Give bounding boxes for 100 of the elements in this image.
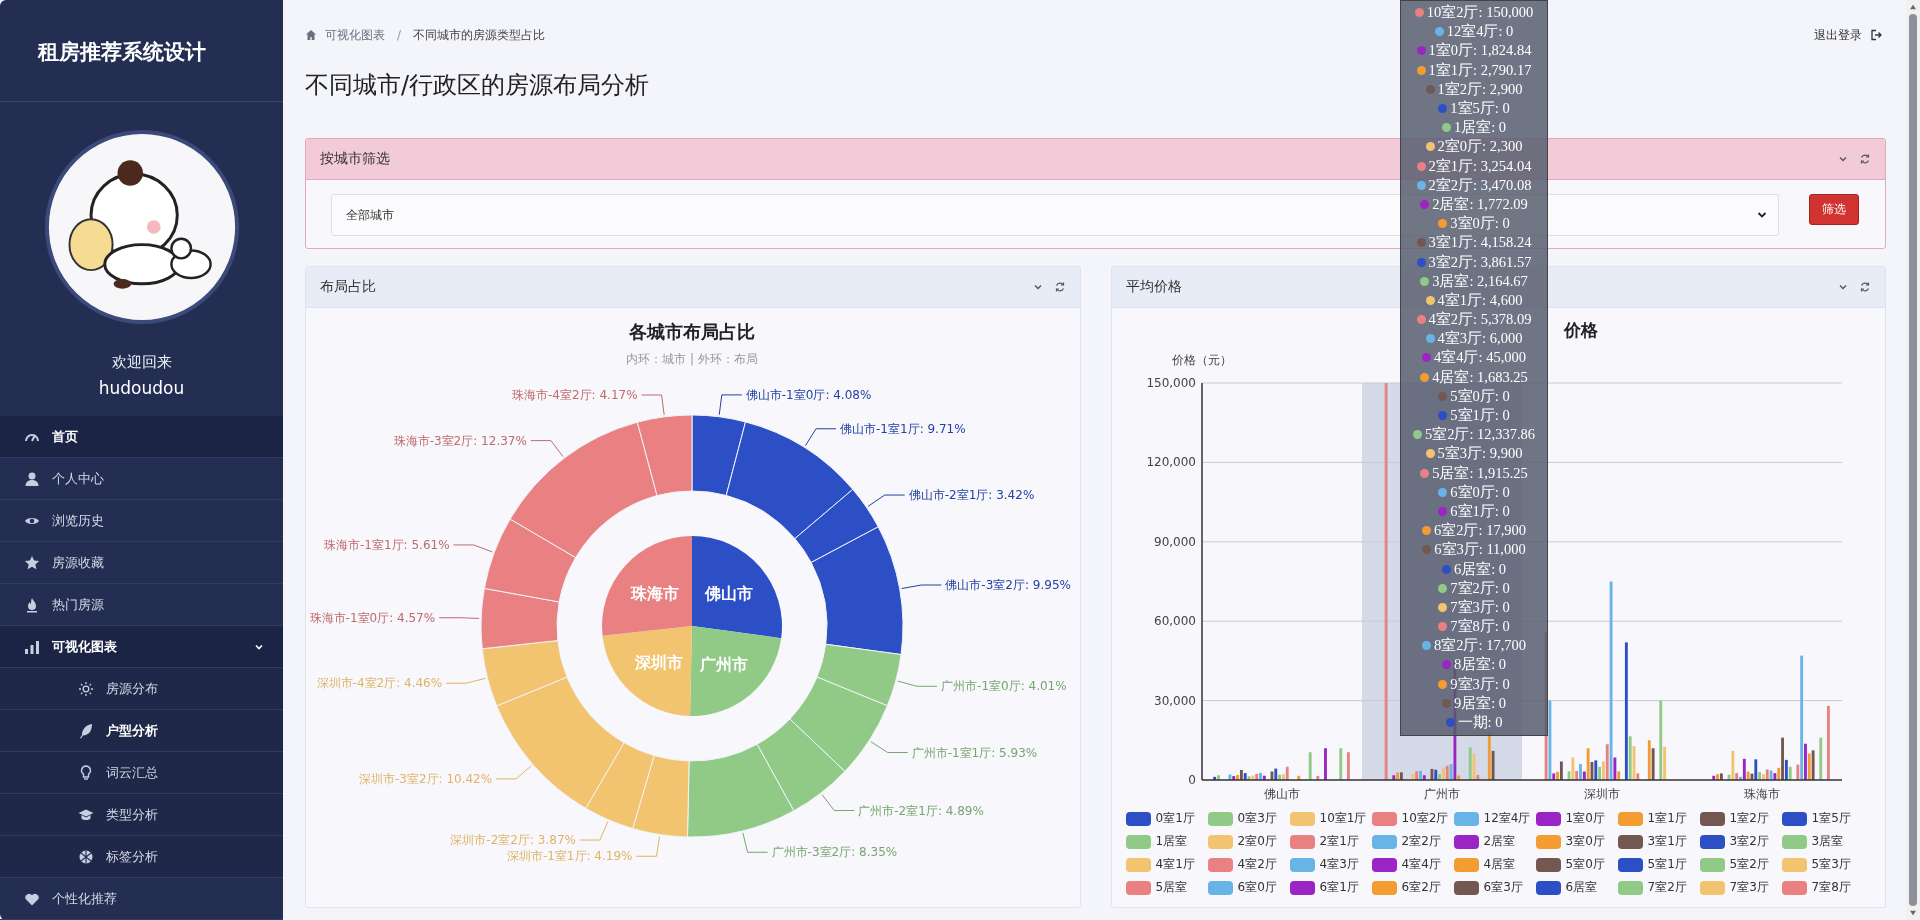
chart-title: 价格	[1563, 320, 1598, 340]
legend-label: 5室2厅	[1729, 856, 1769, 873]
card-title: 布局占比	[320, 278, 376, 296]
slice-label: 珠海市-4室2厅: 4.17%	[512, 388, 638, 402]
slice-label: 珠海市-1室0厅: 4.57%	[309, 610, 436, 625]
chart-subtitle: 内环：城市 | 外环：布局	[626, 352, 758, 366]
tooltip-item: 1室0厅: 1,824.84	[1401, 41, 1547, 61]
tooltip-item: 3居室: 2,164.67	[1401, 271, 1547, 291]
tooltip-item: 2室1厅: 3,254.04	[1401, 156, 1547, 176]
card-title: 平均价格	[1125, 278, 1182, 296]
tooltip-item: 6室3厅: 11,000	[1401, 540, 1547, 560]
card-title: 按城市筛选	[320, 150, 390, 168]
legend-label: 1室0厅	[1565, 810, 1605, 827]
tooltip-item: 2室2厅: 3,470.08	[1401, 175, 1547, 195]
tooltip-item: 4室4厅: 45,000	[1401, 348, 1547, 368]
legend-label: 6室0厅	[1237, 879, 1277, 896]
legend-label: 3室2厅	[1729, 833, 1769, 850]
slice-label: 珠海市-3室2厅: 12.37%	[393, 433, 527, 448]
slice-label: 广州市-3室2厅: 8.35%	[771, 845, 898, 860]
tooltip-item: 6室1厅: 0	[1401, 501, 1547, 522]
legend-label: 3室1厅	[1647, 833, 1687, 850]
pie-label: 佛山市	[705, 584, 754, 604]
legend-label: 6室1厅	[1319, 879, 1359, 896]
legend-label: 4室2厅	[1237, 856, 1277, 873]
tick-label: 90,000	[1153, 534, 1196, 549]
tooltip-item: 7室8厅: 0	[1401, 617, 1547, 637]
slice-label: 深圳市-4室2厅: 4.46%	[316, 676, 443, 691]
slice-label: 深圳市-2室2厅: 3.87%	[450, 833, 576, 848]
legend-label: 4居室	[1483, 856, 1516, 873]
app-title: 租房推荐系统设计	[0, 0, 283, 102]
legend-label: 6室3厅	[1483, 879, 1523, 896]
legend-label: 4室1厅	[1155, 856, 1195, 873]
legend-label: 5室3厅	[1811, 856, 1851, 873]
legend-label: 7室2厅	[1647, 879, 1687, 896]
legend-label: 10室2厅	[1401, 810, 1449, 827]
tooltip-item: 2室0厅: 2,300	[1401, 137, 1547, 157]
tooltip-item: 3室1厅: 4,158.24	[1401, 233, 1547, 253]
legend-label: 1室2厅	[1729, 810, 1769, 827]
legend-label: 0室3厅	[1237, 810, 1277, 827]
welcome-text: 欢迎回来	[111, 353, 172, 372]
tooltip-item: 1居室: 0	[1401, 118, 1547, 138]
tooltip-item: 6室0厅: 0	[1401, 482, 1547, 502]
legend-label: 12室4厅	[1483, 810, 1531, 827]
legend-label: 7室8厅	[1811, 879, 1851, 896]
slice-label: 珠海市-1室1厅: 5.61%	[324, 537, 450, 552]
legend-label: 1居室	[1155, 833, 1188, 850]
pie-label: 深圳市	[634, 653, 683, 673]
tooltip-item: 4室2厅: 5,378.09	[1401, 310, 1547, 330]
tooltip-item: 1室5厅: 0	[1401, 98, 1547, 119]
category-label: 深圳市	[1583, 787, 1620, 801]
tooltip-item: 3室2厅: 3,861.57	[1401, 252, 1547, 272]
category-label: 珠海市	[1743, 787, 1780, 801]
axis-title: 价格（元）	[1171, 353, 1232, 367]
legend-label: 5居室	[1155, 879, 1188, 896]
legend-label: 4室3厅	[1319, 856, 1359, 873]
tooltip-item: 12室4厅: 0	[1401, 22, 1547, 42]
slice-label: 佛山市-1室1厅: 9.71%	[840, 421, 966, 436]
tick-label: 150,000	[1145, 376, 1196, 390]
tick-label: 30,000	[1153, 693, 1196, 708]
chart-title: 各城市布局占比	[629, 321, 755, 342]
tooltip-item: 5室1厅: 0	[1401, 405, 1547, 426]
username: hudoudou	[98, 378, 185, 398]
tooltip-item: 5室3厅: 9,900	[1401, 444, 1547, 464]
tick-label: 120,000	[1145, 455, 1196, 470]
tooltip-item: 5室2厅: 12,337.86	[1401, 425, 1547, 445]
legend-label: 2室0厅	[1237, 833, 1277, 850]
pie-label: 珠海市	[631, 583, 680, 603]
tooltip-item: 10室2厅: 150,000	[1401, 3, 1547, 23]
legend-label: 7室3厅	[1729, 879, 1769, 896]
tooltip-item: 7室3厅: 0	[1401, 597, 1547, 617]
tooltip-item: 7室2厅: 0	[1401, 578, 1547, 598]
legend-label: 6居室	[1565, 879, 1598, 896]
tooltip-item: 4室1厅: 4,600	[1401, 290, 1547, 310]
slice-label: 深圳市-1室1厅: 4.19%	[506, 849, 633, 864]
legend-label: 1室1厅	[1647, 810, 1687, 827]
legend-label: 2居室	[1483, 833, 1516, 850]
legend-label: 4室4厅	[1401, 856, 1441, 873]
legend-label: 5室0厅	[1565, 856, 1605, 873]
tooltip-item: 8室2厅: 17,700	[1401, 636, 1547, 656]
pie-label: 广州市	[700, 654, 749, 674]
slice-label: 深圳市-3室2厅: 10.42%	[358, 771, 493, 786]
breadcrumb-separator: /	[397, 28, 402, 42]
tooltip-item: 一期: 0	[1401, 712, 1547, 733]
tooltip-item: 9室3厅: 0	[1401, 674, 1547, 694]
tooltip-item: 1室1厅: 2,790.17	[1401, 60, 1547, 80]
tooltip-item: 4居室: 1,683.25	[1401, 367, 1547, 387]
slice-label: 广州市-1室1厅: 5.93%	[911, 745, 1038, 760]
slice-label: 广州市-1室0厅: 4.01%	[941, 679, 1067, 694]
slice-label: 佛山市-2室1厅: 3.42%	[908, 488, 1035, 503]
tick-label: 0	[1187, 773, 1196, 787]
legend-label: 2室2厅	[1401, 833, 1441, 850]
tooltip-item: 9居室: 0	[1401, 693, 1547, 713]
legend-label: 3室0厅	[1565, 833, 1605, 850]
page-title: 不同城市/行政区的房源布局分析	[305, 70, 650, 100]
slice-label: 广州市-2室1厅: 4.89%	[858, 803, 984, 818]
legend-label: 6室2厅	[1401, 879, 1441, 896]
legend-label: 0室1厅	[1155, 810, 1195, 827]
tick-label: 60,000	[1153, 614, 1196, 629]
tooltip-item: 6居室: 0	[1401, 559, 1547, 579]
legend-label: 10室1厅	[1319, 810, 1367, 827]
